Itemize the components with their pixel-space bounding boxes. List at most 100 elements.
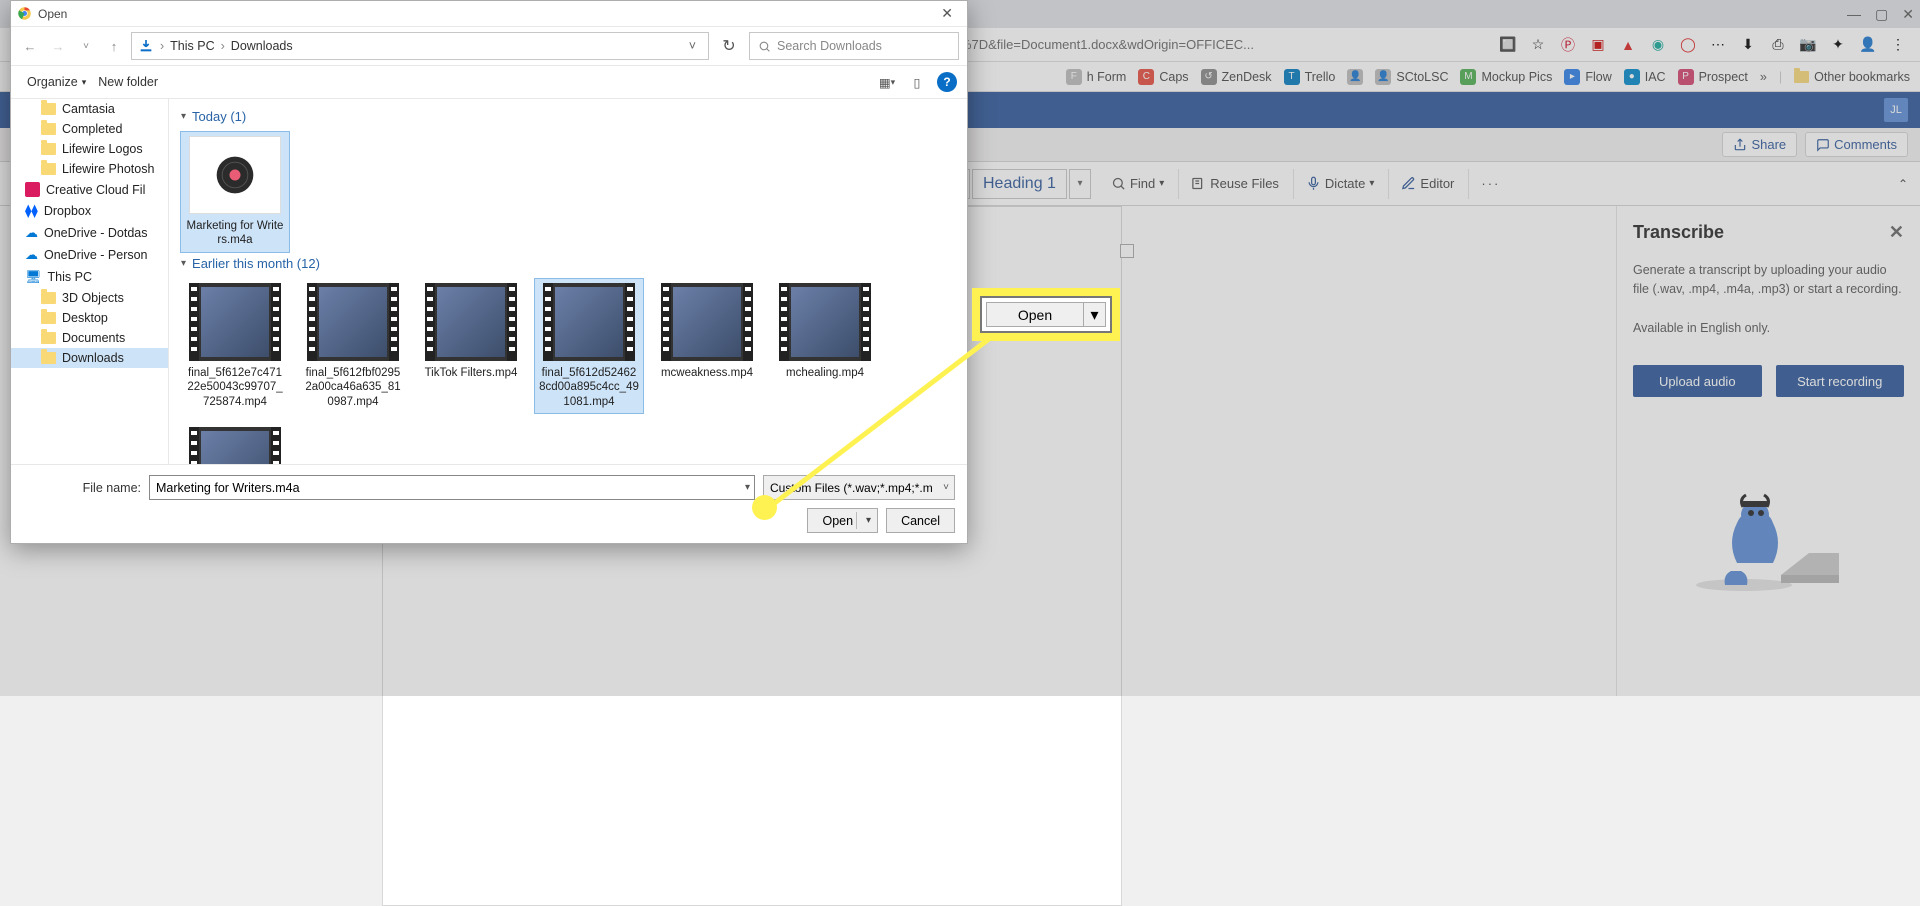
tree-item[interactable]: 🖥This PC [11,266,168,288]
tree-item[interactable]: Lifewire Logos [11,139,168,159]
tree-item[interactable]: Lifewire Photosh [11,159,168,179]
folder-icon [41,352,56,364]
cancel-button[interactable]: Cancel [886,508,955,533]
chrome-icon [17,6,32,21]
file-item[interactable]: final_5f53a40a7157a800704867ad_25081.mp4 [181,423,289,464]
callout-dot [752,495,777,520]
styles-dropdown[interactable]: ▾ [1069,169,1091,199]
breadcrumb-dropdown-icon[interactable]: ˅ [683,39,702,53]
avatar-icon[interactable]: 👤 [1858,35,1878,55]
find-button[interactable]: Find▾ [1093,169,1176,199]
maximize-icon[interactable]: ▢ [1875,6,1888,23]
ribbon-collapse[interactable]: ⌃ [1886,169,1920,199]
tree-item[interactable]: ☁OneDrive - Person [11,244,168,266]
tree-item[interactable]: Documents [11,328,168,348]
downloads-folder-icon [138,38,154,54]
bookmark-item[interactable]: 👤SCtoLSC [1375,69,1448,85]
file-item[interactable]: Marketing for Writers.m4a [181,132,289,252]
download-icon[interactable]: ⬇ [1738,35,1758,55]
file-item[interactable]: final_5f612fbf02952a00ca46a635_810987.mp… [299,279,407,413]
breadcrumb[interactable]: › This PC › Downloads ˅ [131,32,709,60]
filename-dropdown-icon[interactable]: ▾ [745,482,750,493]
file-item[interactable]: final_5f612d524628cd00a895c4cc_491081.mp… [535,279,643,413]
refresh-icon[interactable]: ↻ [715,32,743,60]
tree-item[interactable]: 3D Objects [11,288,168,308]
back-icon[interactable]: ← [19,35,41,57]
bookmark-item[interactable]: ↺ZenDesk [1201,69,1272,85]
search-icon [758,40,771,53]
start-recording-button[interactable]: Start recording [1776,365,1905,397]
ext-icon-3[interactable]: ◉ [1648,35,1668,55]
tree-item[interactable]: Creative Cloud Fil [11,179,168,200]
screenshot-icon[interactable]: ⎙ [1768,35,1788,55]
minimize-icon[interactable]: — [1847,6,1861,22]
menu-icon[interactable]: ⋮ [1888,35,1908,55]
dictate-button[interactable]: Dictate▾ [1293,169,1387,199]
user-avatar[interactable]: JL [1884,98,1908,122]
file-group-header[interactable]: ▾Earlier this month (12) [181,252,961,279]
bookmark-item[interactable]: MMockup Pics [1460,69,1552,85]
ext-icon-5[interactable]: ⋯ [1708,35,1728,55]
bookmark-item[interactable]: PProspect [1678,69,1748,85]
up-icon[interactable]: ↑ [103,35,125,57]
ext-icon-4[interactable]: ◯ [1678,35,1698,55]
audio-thumbnail [189,136,281,214]
organize-menu[interactable]: Organize▾ [21,72,92,92]
upload-audio-button[interactable]: Upload audio [1633,365,1762,397]
reader-icon[interactable]: 🔲 [1498,35,1518,55]
file-item[interactable]: mcweakness.mp4 [653,279,761,413]
breadcrumb-folder[interactable]: Downloads [231,39,293,53]
forward-icon[interactable]: → [47,35,69,57]
folder-tree[interactable]: CamtasiaCompletedLifewire LogosLifewire … [11,99,169,464]
style-heading1[interactable]: Heading 1 [972,169,1067,199]
extensions-icon[interactable]: ✦ [1828,35,1848,55]
filetype-select[interactable]: Custom Files (*.wav;*.mp4;*.m ˅ [763,475,955,500]
open-button[interactable]: Open [807,508,878,533]
chevron-down-icon: ▾ [181,111,186,122]
dialog-close-icon[interactable]: ✕ [933,5,961,22]
tree-item[interactable]: Completed [11,119,168,139]
ext-icon-1[interactable]: ▣ [1588,35,1608,55]
bookmark-item[interactable]: ●IAC [1624,69,1666,85]
file-item[interactable]: final_5f612e7c47122e50043c99707_725874.m… [181,279,289,413]
bookmark-item[interactable]: 👤 [1347,69,1363,85]
breadcrumb-pc[interactable]: This PC [170,39,214,53]
editor-button[interactable]: Editor [1388,169,1466,199]
ribbon-overflow[interactable]: ··· [1468,169,1512,199]
recent-dropdown-icon[interactable]: ˅ [75,35,97,57]
bookmark-item[interactable]: TTrello [1284,69,1336,85]
video-thumbnail [543,283,635,361]
bookmark-item[interactable]: Fh Form [1066,69,1127,85]
share-button[interactable]: Share [1722,132,1797,157]
file-list[interactable]: ▾Today (1)Marketing for Writers.m4a▾Earl… [169,99,967,464]
file-item[interactable]: TikTok Filters.mp4 [417,279,525,413]
bookmark-item[interactable]: CCaps [1138,69,1188,85]
camera-icon[interactable]: 📷 [1798,35,1818,55]
close-pane-icon[interactable]: ✕ [1889,222,1904,243]
tree-item[interactable]: ⧫⧫Dropbox [11,200,168,222]
onedrive-icon: ☁ [25,247,38,263]
filename-label: File name: [23,481,141,495]
view-tiles-icon[interactable]: ▦ ▾ [877,72,897,92]
filename-input[interactable]: Marketing for Writers.m4a ▾ [149,475,755,500]
bookmark-item[interactable]: ▸Flow [1564,69,1611,85]
filetype-dropdown-icon[interactable]: ˅ [943,482,949,493]
tree-item[interactable]: Downloads [11,348,168,368]
search-input[interactable]: Search Downloads [749,32,959,60]
comments-button[interactable]: Comments [1805,132,1908,157]
bookmarks-overflow-icon[interactable]: » [1760,70,1767,84]
help-icon[interactable]: ? [937,72,957,92]
other-bookmarks[interactable]: Other bookmarks [1794,70,1910,84]
close-icon[interactable]: ✕ [1902,6,1914,23]
file-group-header[interactable]: ▾Today (1) [181,105,961,132]
pinterest-icon[interactable]: Ⓟ [1558,35,1578,55]
preview-pane-icon[interactable]: ▯ [907,72,927,92]
star-icon[interactable]: ☆ [1528,35,1548,55]
ext-icon-2[interactable]: ▲ [1618,35,1638,55]
tree-item[interactable]: Camtasia [11,99,168,119]
new-folder-button[interactable]: New folder [92,72,164,92]
file-item[interactable]: mchealing.mp4 [771,279,879,413]
reuse-files-button[interactable]: Reuse Files [1178,169,1291,199]
tree-item[interactable]: ☁OneDrive - Dotdas [11,222,168,244]
tree-item[interactable]: Desktop [11,308,168,328]
